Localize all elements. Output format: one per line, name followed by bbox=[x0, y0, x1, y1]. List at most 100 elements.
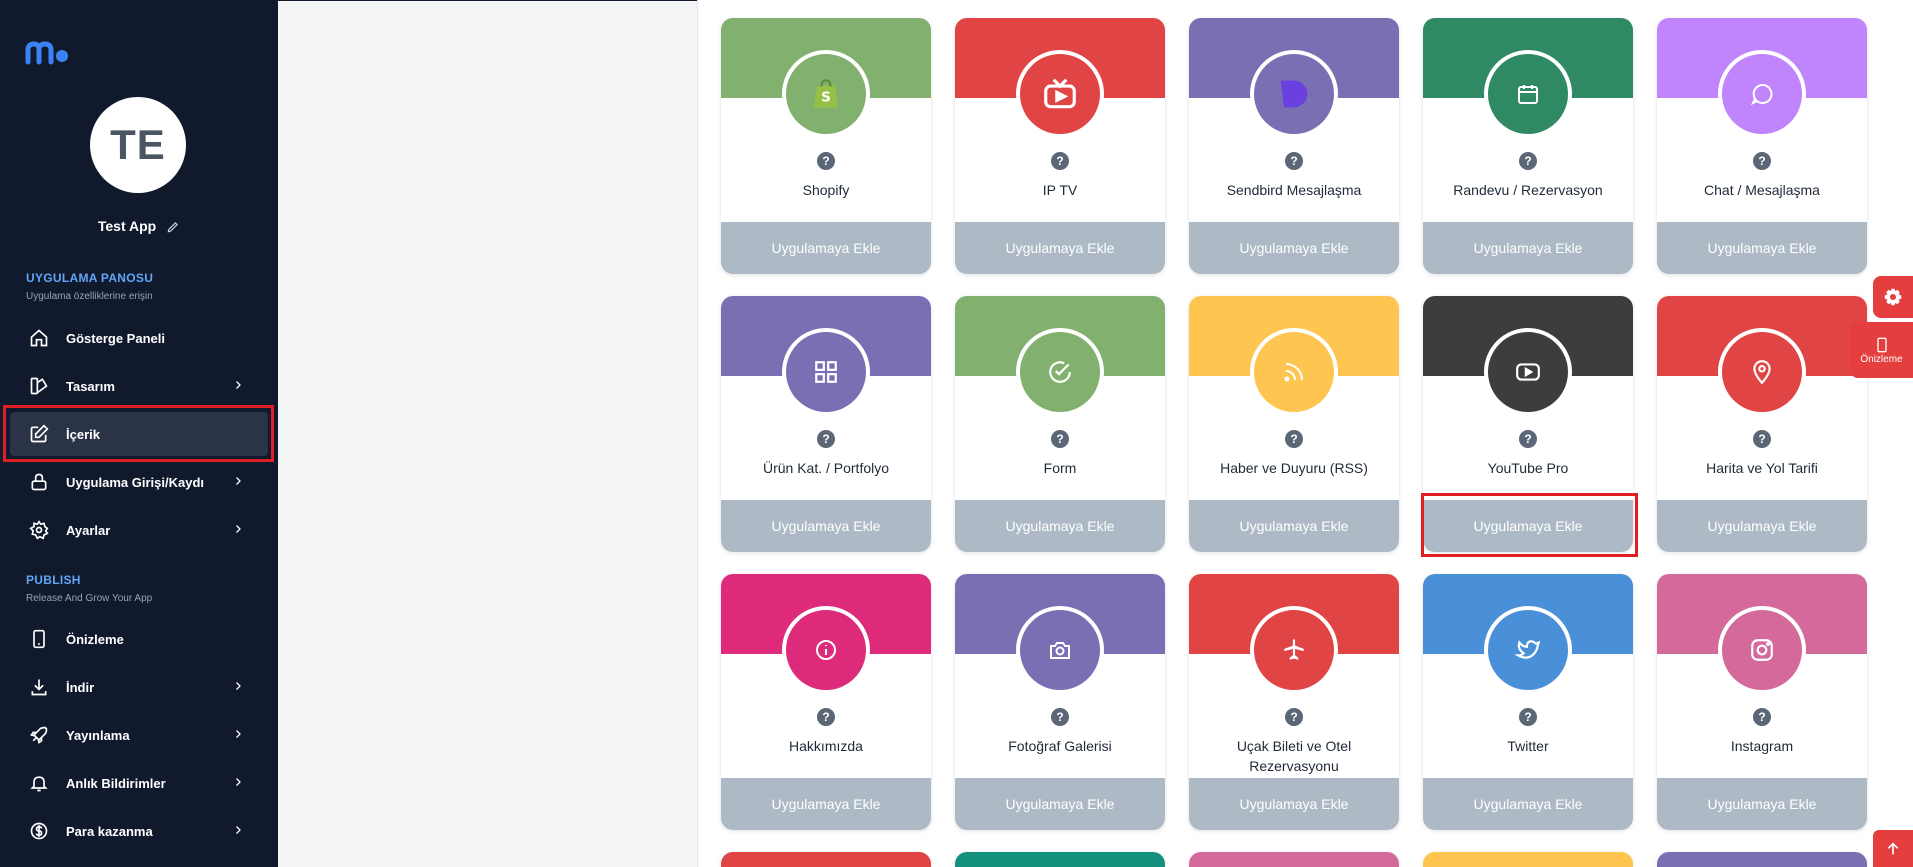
add-to-app-button[interactable]: Uygulamaya Ekle bbox=[1657, 500, 1867, 552]
help-icon[interactable]: ? bbox=[1051, 708, 1069, 726]
help-icon[interactable]: ? bbox=[1519, 152, 1537, 170]
feature-card: ? Sendbird Mesajlaşma Uygulamaya Ekle bbox=[1189, 18, 1399, 274]
youtube-icon bbox=[1484, 328, 1572, 416]
help-icon[interactable]: ? bbox=[1519, 430, 1537, 448]
svg-text:S: S bbox=[821, 90, 831, 106]
add-to-app-button[interactable]: Uygulamaya Ekle bbox=[721, 778, 931, 830]
add-to-app-button[interactable]: Uygulamaya Ekle bbox=[1189, 778, 1399, 830]
help-icon[interactable]: ? bbox=[1285, 152, 1303, 170]
feature-card: S? Shopify Uygulamaya Ekle bbox=[721, 18, 931, 274]
tv-icon bbox=[1016, 50, 1104, 138]
twitter-icon bbox=[1484, 606, 1572, 694]
help-icon[interactable]: ? bbox=[1285, 708, 1303, 726]
info-icon bbox=[782, 606, 870, 694]
gear-icon bbox=[1884, 288, 1902, 306]
help-icon[interactable]: ? bbox=[817, 430, 835, 448]
add-to-app-button[interactable]: Uygulamaya Ekle bbox=[955, 778, 1165, 830]
feature-card: ? Randevu / Rezervasyon Uygulamaya Ekle bbox=[1423, 18, 1633, 274]
card-title: YouTube Pro bbox=[1487, 460, 1569, 476]
scroll-top-button[interactable] bbox=[1873, 830, 1913, 867]
add-to-app-button[interactable]: Uygulamaya Ekle bbox=[721, 222, 931, 274]
feature-card: ? Chat / Mesajlaşma Uygulamaya Ekle bbox=[1657, 18, 1867, 274]
app-name[interactable]: Test App bbox=[0, 218, 278, 234]
sidebar-item-publish[interactable]: Yayınlama bbox=[10, 713, 268, 757]
avatar[interactable]: TE bbox=[90, 97, 186, 193]
add-to-app-button[interactable]: Uygulamaya Ekle bbox=[1189, 222, 1399, 274]
chevron-right-icon bbox=[236, 525, 241, 533]
card-title: Chat / Mesajlaşma bbox=[1704, 182, 1820, 198]
add-to-app-button[interactable]: Uygulamaya Ekle bbox=[1423, 222, 1633, 274]
sidebar-item-monetization[interactable]: Para kazanma bbox=[10, 809, 268, 853]
help-icon[interactable]: ? bbox=[1051, 152, 1069, 170]
card-title: Harita ve Yol Tarifi bbox=[1706, 460, 1818, 476]
sidebar-item-design[interactable]: Tasarım bbox=[10, 364, 268, 408]
sidebar-item-label: Yayınlama bbox=[66, 727, 130, 743]
app-logo[interactable] bbox=[25, 38, 71, 66]
sidebar-item-label: Uygulama Girişi/Kaydı bbox=[66, 474, 204, 490]
calendar-icon bbox=[1484, 50, 1572, 138]
shopify-icon: S bbox=[782, 50, 870, 138]
feature-card: ? Twitter Uygulamaya Ekle bbox=[1423, 574, 1633, 830]
feature-card-partial bbox=[1657, 852, 1867, 867]
phone-icon bbox=[1876, 337, 1887, 352]
add-to-app-button[interactable]: Uygulamaya Ekle bbox=[1657, 778, 1867, 830]
feature-card: ? IP TV Uygulamaya Ekle bbox=[955, 18, 1165, 274]
sidebar-item-login[interactable]: Uygulama Girişi/Kaydı bbox=[10, 460, 268, 504]
help-icon[interactable]: ? bbox=[817, 708, 835, 726]
help-icon[interactable]: ? bbox=[1051, 430, 1069, 448]
preview-float-label: Önizleme bbox=[1860, 353, 1903, 365]
dollar-icon bbox=[28, 820, 50, 842]
sidebar-item-notifications[interactable]: Anlık Bildirimler bbox=[10, 761, 268, 805]
help-icon[interactable]: ? bbox=[1753, 152, 1771, 170]
sidebar-item-dashboard[interactable]: Gösterge Paneli bbox=[10, 316, 268, 360]
add-to-app-button[interactable]: Uygulamaya Ekle bbox=[1657, 222, 1867, 274]
add-to-app-button[interactable]: Uygulamaya Ekle bbox=[721, 500, 931, 552]
help-icon[interactable]: ? bbox=[1519, 708, 1537, 726]
camera-icon bbox=[1016, 606, 1104, 694]
pencil-icon[interactable] bbox=[166, 220, 180, 234]
feature-card-partial bbox=[1423, 852, 1633, 867]
bell-icon bbox=[28, 772, 50, 794]
help-icon[interactable]: ? bbox=[1753, 430, 1771, 448]
feature-card: ? Harita ve Yol Tarifi Uygulamaya Ekle bbox=[1657, 296, 1867, 552]
chevron-right-icon bbox=[236, 778, 241, 786]
check-icon bbox=[1016, 328, 1104, 416]
sidebar: TE Test App UYGULAMA PANOSU Uygulama öze… bbox=[0, 0, 278, 867]
card-title: Fotoğraf Galerisi bbox=[1008, 738, 1112, 754]
feature-card-partial bbox=[1189, 852, 1399, 867]
add-to-app-button[interactable]: Uygulamaya Ekle bbox=[1189, 500, 1399, 552]
chevron-right-icon bbox=[236, 477, 241, 485]
highlight-box bbox=[1421, 493, 1638, 557]
sidebar-item-label: Gösterge Paneli bbox=[66, 330, 165, 346]
preview-float-button[interactable]: Önizleme bbox=[1850, 322, 1913, 378]
add-to-app-button[interactable]: Uygulamaya Ekle bbox=[955, 500, 1165, 552]
help-icon[interactable]: ? bbox=[817, 152, 835, 170]
instagram-icon bbox=[1718, 606, 1806, 694]
sidebar-item-settings[interactable]: Ayarlar bbox=[10, 508, 268, 552]
sidebar-item-preview[interactable]: Önizleme bbox=[10, 617, 268, 661]
map-pin-icon bbox=[1718, 328, 1806, 416]
gear-icon bbox=[28, 519, 50, 541]
rss-icon bbox=[1250, 328, 1338, 416]
chat-icon bbox=[1718, 50, 1806, 138]
chevron-right-icon bbox=[236, 682, 241, 690]
card-title: Shopify bbox=[802, 182, 850, 198]
section-title-dashboard: UYGULAMA PANOSU bbox=[26, 271, 154, 285]
settings-float-button[interactable] bbox=[1873, 276, 1913, 318]
card-title: Instagram bbox=[1730, 738, 1794, 754]
add-to-app-button[interactable]: Uygulamaya Ekle bbox=[1423, 778, 1633, 830]
help-icon[interactable]: ? bbox=[1285, 430, 1303, 448]
feature-card-partial bbox=[955, 852, 1165, 867]
arrow-up-icon bbox=[1887, 841, 1899, 854]
feature-card: ? Instagram Uygulamaya Ekle bbox=[1657, 574, 1867, 830]
add-to-app-button[interactable]: Uygulamaya Ekle bbox=[955, 222, 1165, 274]
help-icon[interactable]: ? bbox=[1753, 708, 1771, 726]
card-title: Ürün Kat. / Portfolyo bbox=[762, 460, 890, 476]
card-title: Haber ve Duyuru (RSS) bbox=[1220, 460, 1368, 476]
highlight-box bbox=[3, 405, 274, 462]
sidebar-item-download[interactable]: İndir bbox=[10, 665, 268, 709]
feature-card: ? Hakkımızda Uygulamaya Ekle bbox=[721, 574, 931, 830]
chevron-right-icon bbox=[236, 826, 241, 834]
design-icon bbox=[28, 375, 50, 397]
card-title: IP TV bbox=[1042, 182, 1078, 198]
